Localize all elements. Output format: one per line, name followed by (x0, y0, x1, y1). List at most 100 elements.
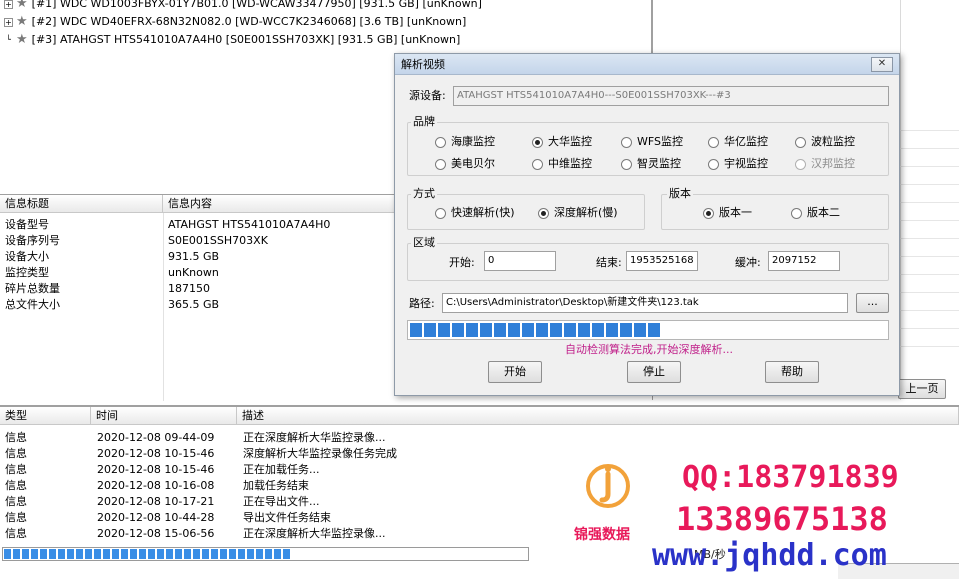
radio-label: 大华监控 (548, 135, 592, 148)
info-key: 设备序列号 (5, 234, 60, 247)
info-value: 931.5 GB (168, 250, 220, 263)
status-message: 自动检测算法完成,开始深度解析... (565, 343, 733, 356)
log-time: 2020-12-08 09-44-09 (97, 431, 215, 444)
radio-dot (538, 207, 549, 219)
radio-dot (703, 207, 714, 219)
brand-wfs-radio[interactable]: WFS监控 (621, 135, 683, 149)
mode-group-title: 方式 (411, 187, 437, 201)
task-progress-bar (2, 547, 529, 561)
version-two-radio[interactable]: 版本二 (791, 206, 840, 220)
path-input[interactable]: C:\Users\Administrator\Desktop\新建文件夹\123… (442, 293, 848, 313)
radio-label: 深度解析(慢) (554, 206, 618, 219)
info-value: S0E001SSH703XK (168, 234, 268, 247)
mode-deep-radio[interactable]: 深度解析(慢) (538, 206, 618, 220)
tree-item-disk-1[interactable]: + ★ [#1] WDC WD1003FBYX-01Y7B01.0 [WD-WCAW… (4, 0, 482, 13)
mode-fast-radio[interactable]: 快速解析(快) (435, 206, 515, 220)
radio-label: 版本二 (807, 206, 840, 219)
radio-dot (621, 136, 632, 148)
watermark-url: www.jqhdd.com (652, 538, 887, 573)
log-desc: 正在深度解析大华监控录像... (243, 527, 386, 540)
expand-icon[interactable]: + (4, 0, 13, 9)
help-button[interactable]: 帮助 (765, 361, 819, 383)
log-time: 2020-12-08 10-16-08 (97, 479, 215, 492)
expand-icon[interactable]: + (4, 17, 13, 27)
start-button[interactable]: 开始 (488, 361, 542, 383)
radio-label: 宇视监控 (724, 157, 768, 170)
brand-meidianbeier-radio[interactable]: 美电贝尔 (435, 157, 495, 171)
tree-item-label: [#1] WDC WD1003FBYX-01Y7B01.0 [WD-WCAW33… (31, 0, 482, 10)
log-type: 信息 (5, 527, 27, 540)
brand-boli-radio[interactable]: 波粒监控 (795, 135, 855, 149)
column-header-time[interactable]: 时间 (91, 407, 237, 425)
star-icon: ★ (16, 0, 28, 11)
log-time: 2020-12-08 10-17-21 (97, 495, 215, 508)
log-type: 信息 (5, 431, 27, 444)
dialog-titlebar[interactable]: 解析视频 (395, 54, 899, 75)
brand-zhongwei-radio[interactable]: 中维监控 (532, 157, 592, 171)
grid-line (900, 0, 901, 400)
radio-dot (532, 136, 543, 148)
brand-dahua-radio[interactable]: 大华监控 (532, 135, 592, 149)
column-header-desc[interactable]: 描述 (237, 407, 959, 425)
log-desc: 正在导出文件... (243, 495, 320, 508)
stop-button[interactable]: 停止 (627, 361, 681, 383)
info-value: unKnown (168, 266, 219, 279)
log-time: 2020-12-08 10-15-46 (97, 463, 215, 476)
brand-hanbang-radio: 汉邦监控 (795, 157, 855, 171)
info-value: 187150 (168, 282, 210, 295)
radio-label: 中维监控 (548, 157, 592, 170)
column-header-content[interactable]: 信息内容 (163, 195, 396, 213)
tree-item-label: [#2] WDC WD40EFRX-68N32N082.0 [WD-WCC7K2… (31, 15, 467, 28)
log-type: 信息 (5, 447, 27, 460)
prev-page-button[interactable]: 上一页 (898, 379, 946, 399)
tree-item-label: [#3] ATAHGST HTS541010A7A4H0 [S0E001SSH7… (31, 33, 461, 46)
start-input[interactable]: 0 (484, 251, 556, 271)
source-device-label: 源设备: (409, 89, 446, 102)
start-label: 开始: (449, 256, 475, 269)
radio-dot (435, 136, 446, 148)
radio-label: 快速解析(快) (451, 206, 515, 219)
radio-label: 汉邦监控 (811, 157, 855, 170)
log-desc: 深度解析大华监控录像任务完成 (243, 447, 397, 460)
brand-hikvision-radio[interactable]: 海康监控 (435, 135, 495, 149)
brand-zhiling-radio[interactable]: 智灵监控 (621, 157, 681, 171)
radio-dot (795, 136, 806, 148)
tree-item-disk-3[interactable]: └ ★ [#3] ATAHGST HTS541010A7A4H0 [S0E001SS… (4, 31, 460, 49)
log-time: 2020-12-08 15-06-56 (97, 527, 215, 540)
radio-dot (708, 158, 719, 170)
info-value: ATAHGST HTS541010A7A4H0 (168, 218, 331, 231)
brand-huayi-radio[interactable]: 华亿监控 (708, 135, 768, 149)
radio-dot (621, 158, 632, 170)
brand-logo (576, 462, 640, 518)
end-input[interactable]: 1953525168 (626, 251, 698, 271)
radio-label: 海康监控 (451, 135, 495, 148)
radio-dot (532, 158, 543, 170)
parse-progress-bar (407, 320, 889, 340)
log-desc: 导出文件任务结束 (243, 511, 331, 524)
info-key: 总文件大小 (5, 298, 60, 311)
tree-item-disk-2[interactable]: + ★ [#2] WDC WD40EFRX-68N32N082.0 [WD-WCC7… (4, 13, 466, 31)
brand-group-title: 品牌 (411, 115, 437, 129)
close-button[interactable]: ✕ (871, 57, 893, 72)
browse-button[interactable]: ... (856, 293, 889, 313)
version-one-radio[interactable]: 版本一 (703, 206, 752, 220)
brand-uniview-radio[interactable]: 宇视监控 (708, 157, 768, 171)
radio-dot (795, 158, 806, 170)
column-header-type[interactable]: 类型 (0, 407, 91, 425)
log-type: 信息 (5, 479, 27, 492)
source-device-field: ATAHGST HTS541010A7A4H0---S0E001SSH703XK… (453, 86, 889, 106)
info-table: 信息标题 信息内容 设备型号 ATAHGST HTS541010A7A4H0 设… (0, 194, 396, 401)
radio-dot (708, 136, 719, 148)
buffer-input[interactable]: 2097152 (768, 251, 840, 271)
path-label: 路径: (409, 297, 435, 310)
column-header-title[interactable]: 信息标题 (0, 195, 163, 213)
star-icon: ★ (16, 32, 28, 47)
parse-video-dialog[interactable]: 解析视频 ✕ 源设备: ATAHGST HTS541010A7A4H0---S0… (394, 53, 900, 396)
radio-label: 美电贝尔 (451, 157, 495, 170)
dialog-title: 解析视频 (401, 58, 445, 71)
radio-dot (791, 207, 802, 219)
parse-progress-fill (410, 323, 663, 337)
watermark-qq: QQ:183791839 (682, 460, 899, 495)
log-desc: 加载任务结束 (243, 479, 309, 492)
info-key: 碎片总数量 (5, 282, 60, 295)
